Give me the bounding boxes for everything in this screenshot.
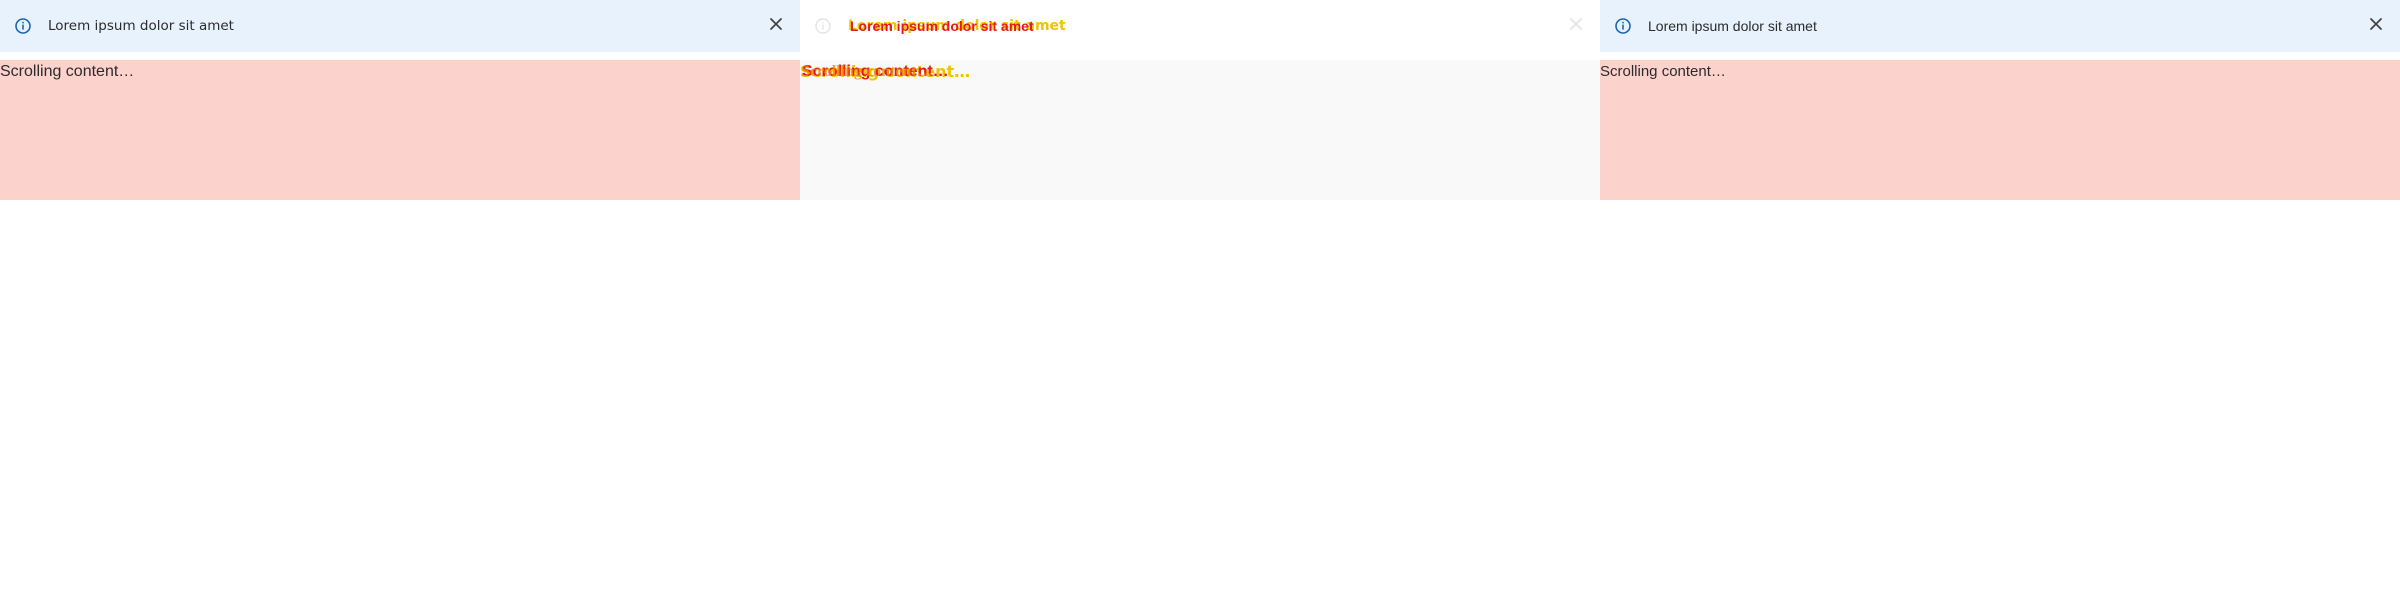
panel-actual: Lorem ipsum dolor sit amet Scrolling con… bbox=[1600, 0, 2400, 200]
content-text: Scrolling content… bbox=[0, 63, 135, 80]
info-circle-icon bbox=[14, 17, 32, 35]
close-button[interactable] bbox=[1565, 13, 1587, 35]
info-circle-icon bbox=[814, 17, 832, 35]
notification-banner: Lorem ipsum dolor sit amet bbox=[0, 0, 800, 52]
panel-diff: Lorem ipsum dolor sit amet Lorem ipsum d… bbox=[800, 0, 1600, 200]
close-x-icon bbox=[770, 18, 782, 30]
content-text-diff: Scrolling content… Scrolling content… Sc… bbox=[800, 62, 1000, 82]
scrolling-content-area-diff[interactable]: Scrolling content… Scrolling content… Sc… bbox=[800, 60, 1600, 200]
scrolling-content-area[interactable]: Scrolling content… bbox=[0, 60, 800, 200]
diff-layer-red: Lorem ipsum dolor sit amet bbox=[850, 18, 1034, 34]
close-button[interactable] bbox=[765, 13, 787, 35]
notification-banner: Lorem ipsum dolor sit amet bbox=[1600, 0, 2400, 52]
close-button[interactable] bbox=[2365, 13, 2387, 35]
info-circle-icon bbox=[1614, 17, 1632, 35]
close-x-icon bbox=[2370, 18, 2382, 30]
banner-message: Lorem ipsum dolor sit amet bbox=[1648, 18, 1817, 34]
comparison-stage: Lorem ipsum dolor sit amet Scrolling con… bbox=[0, 0, 2400, 600]
notification-banner-diff: Lorem ipsum dolor sit amet Lorem ipsum d… bbox=[800, 0, 1600, 52]
content-text: Scrolling content… bbox=[1600, 63, 1726, 80]
close-x-icon bbox=[1570, 18, 1582, 30]
banner-message-diff: Lorem ipsum dolor sit amet Lorem ipsum d… bbox=[848, 17, 1066, 35]
panel-expected: Lorem ipsum dolor sit amet Scrolling con… bbox=[0, 0, 800, 200]
diff-layer-orange: Scrolling content… bbox=[801, 63, 933, 80]
banner-message: Lorem ipsum dolor sit amet bbox=[48, 18, 234, 34]
scrolling-content-area[interactable]: Scrolling content… bbox=[1600, 60, 2400, 200]
